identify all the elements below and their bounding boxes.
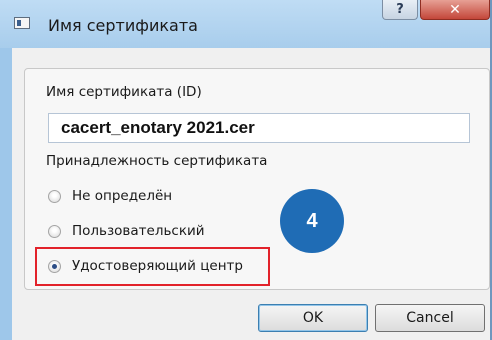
radio-option-label: Пользовательский xyxy=(72,223,205,239)
cancel-button[interactable]: Cancel xyxy=(375,304,485,332)
radio-button-icon[interactable] xyxy=(48,189,61,203)
certificate-id-value: cacert_enotary 2021.cer xyxy=(61,118,255,137)
radio-option-user[interactable]: Пользовательский xyxy=(48,221,205,241)
ok-button[interactable]: OK xyxy=(258,304,368,332)
title-bar[interactable]: Имя сертификата ? ✕ xyxy=(0,0,490,48)
certificate-id-label: Имя сертификата (ID) xyxy=(46,84,202,100)
radio-button-icon[interactable] xyxy=(48,224,61,238)
radio-option-undefined[interactable]: Не определён xyxy=(48,186,172,206)
radio-option-label: Не определён xyxy=(72,188,173,204)
step-number-badge: 4 xyxy=(280,189,344,253)
window-title: Имя сертификата xyxy=(48,16,198,35)
certificate-id-input[interactable]: cacert_enotary 2021.cer xyxy=(48,113,470,143)
app-window-icon xyxy=(14,17,30,29)
highlight-frame xyxy=(35,247,270,286)
close-button[interactable]: ✕ xyxy=(420,0,490,20)
certificate-belonging-label: Принадлежность сертификата xyxy=(46,153,268,169)
help-button[interactable]: ? xyxy=(382,0,418,20)
